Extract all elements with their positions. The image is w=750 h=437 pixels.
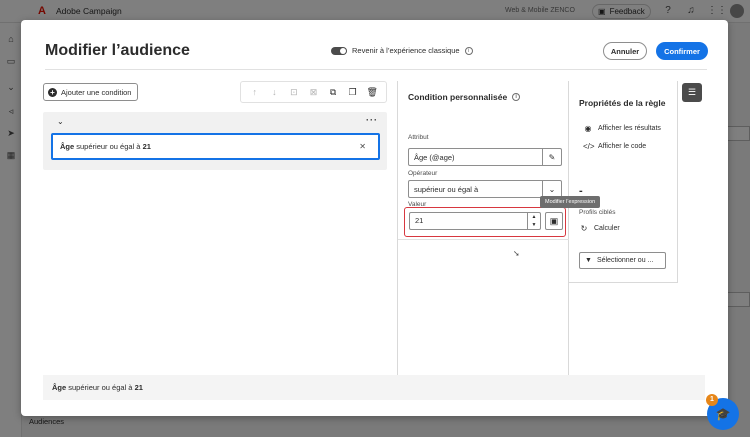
more-options-icon[interactable]: ··· — [366, 115, 378, 125]
operator-value: supérieur ou égal à — [414, 184, 479, 194]
learn-badge: 1 — [706, 394, 718, 406]
operator-select[interactable]: supérieur ou égal à ⌄ — [408, 180, 562, 198]
select-label: Sélectionner ou ... — [596, 257, 654, 264]
move-up-icon[interactable]: ↑ — [249, 87, 261, 97]
value-text: 21 — [415, 216, 424, 225]
duplicate-icon[interactable]: ⧉ — [327, 87, 339, 98]
group-icon[interactable]: ⊡ — [288, 87, 300, 98]
chevron-down-icon[interactable]: ⌄ — [542, 181, 561, 197]
condition-value: 21 — [142, 142, 151, 151]
move-down-icon[interactable]: ↓ — [268, 87, 280, 97]
condition-operator: supérieur ou égal à — [76, 142, 141, 151]
attribute-field[interactable]: Âge (@age) ✎ — [408, 148, 562, 166]
info-icon[interactable]: i — [464, 46, 473, 55]
cancel-button[interactable]: Annuler — [603, 42, 647, 60]
remove-condition-icon[interactable]: ✕ — [359, 142, 366, 151]
classic-experience-toggle-row: Revenir à l’expérience classique i — [331, 46, 473, 55]
delete-icon[interactable]: 🗑 — [366, 87, 378, 98]
show-results-link[interactable]: ◉ Afficher les résultats — [583, 124, 661, 133]
info-icon[interactable]: i — [512, 93, 521, 101]
code-icon: </> — [583, 142, 595, 151]
value-input[interactable]: 21 ▲ ▼ — [409, 212, 541, 230]
custom-condition-title: Condition personnalisée i — [408, 92, 521, 102]
condition-group: ⌄ ··· Âge supérieur ou égal à 21 ✕ — [43, 112, 387, 170]
value-stepper[interactable]: ▲ ▼ — [527, 213, 540, 229]
calculate-button[interactable]: ↻ Calculer — [579, 224, 620, 233]
classic-experience-toggle[interactable] — [331, 46, 347, 55]
add-circle-icon: + — [48, 87, 57, 97]
custom-condition-panel: Condition personnalisée i Attribut Âge (… — [397, 81, 601, 375]
targeted-profiles-label: Profils ciblés — [579, 209, 616, 216]
copy-icon[interactable]: ❐ — [347, 87, 359, 98]
mouse-cursor-icon: ➘ — [513, 249, 520, 258]
rule-properties-panel: Propriétés de la règle ◉ Afficher les ré… — [569, 81, 678, 283]
attribute-value: Âge (@age) — [414, 152, 455, 162]
panel-divider — [398, 239, 569, 240]
custom-condition-title-text: Condition personnalisée — [408, 92, 508, 102]
select-button[interactable]: ▼ Sélectionner ou ... — [579, 252, 666, 269]
show-code-label: Afficher le code — [598, 143, 647, 150]
condition-attribute: Âge — [60, 142, 75, 151]
calculate-label: Calculer — [594, 225, 620, 232]
edit-expression-button[interactable]: ▣ — [545, 212, 563, 230]
classic-experience-label: Revenir à l’expérience classique — [352, 46, 460, 55]
confirm-button[interactable]: Confirmer — [656, 42, 708, 60]
ungroup-icon[interactable]: ⊠ — [307, 87, 319, 98]
settings-sliders-icon[interactable]: ☰ — [682, 83, 702, 102]
dialog-title: Modifier l’audience — [45, 42, 190, 59]
operator-label: Opérateur — [408, 170, 438, 177]
refresh-icon: ↻ — [580, 224, 588, 233]
edit-audience-dialog: Modifier l’audience Revenir à l’expérien… — [21, 20, 728, 416]
eye-icon: ◉ — [584, 124, 592, 133]
header-divider — [45, 69, 707, 70]
summary-value: 21 — [134, 383, 143, 392]
rule-properties-title: Propriétés de la règle — [579, 98, 666, 108]
summary-operator: supérieur ou égal à — [68, 383, 133, 392]
add-condition-label: Ajouter une condition — [61, 87, 132, 97]
targeted-profiles-count: - — [579, 185, 583, 197]
rule-canvas: + Ajouter une condition ↑ ↓ ⊡ ⊠ ⧉ ❐ 🗑 ⌄ … — [21, 81, 397, 416]
add-condition-button[interactable]: + Ajouter une condition — [43, 83, 139, 101]
summary-attribute: Âge — [52, 383, 67, 392]
edit-attribute-icon[interactable]: ✎ — [542, 149, 561, 165]
condition-item[interactable]: Âge supérieur ou égal à 21 ✕ — [51, 133, 380, 160]
show-code-link[interactable]: </> Afficher le code — [583, 142, 646, 151]
filter-icon: ▼ — [585, 257, 592, 264]
rule-summary: Âge supérieur ou égal à 21 — [43, 375, 705, 400]
value-highlight: 21 ▲ ▼ ▣ — [404, 207, 566, 237]
chevron-down-icon[interactable]: ⌄ — [57, 117, 64, 126]
show-results-label: Afficher les résultats — [598, 125, 661, 132]
attribute-label: Attribut — [408, 134, 429, 141]
canvas-toolbar: ↑ ↓ ⊡ ⊠ ⧉ ❐ 🗑 — [240, 81, 387, 103]
